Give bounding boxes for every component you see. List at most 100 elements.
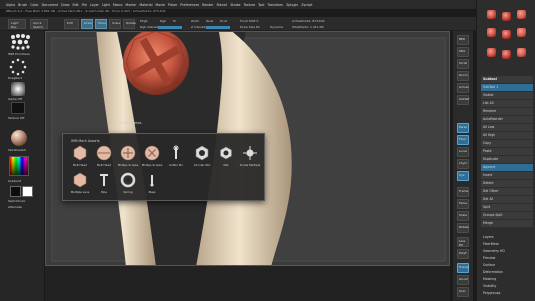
move-button[interactable]: Move bbox=[95, 19, 107, 29]
masking-menu[interactable]: Masking bbox=[481, 276, 533, 283]
bpr-button[interactable]: BPR bbox=[457, 35, 469, 45]
menu-macro[interactable]: Macro bbox=[113, 3, 123, 7]
brush-peep[interactable]: Peep bbox=[141, 172, 163, 198]
gradient-label[interactable]: Gradient bbox=[8, 179, 21, 183]
brush-screw-multiple[interactable]: Screw Multiple bbox=[239, 145, 261, 171]
brush-bolt-head-round[interactable]: Bolt Head bbox=[93, 145, 115, 171]
brush-bolt-head-hex[interactable]: Bolt Head bbox=[69, 145, 91, 171]
alpha-selector-thumbnail[interactable] bbox=[11, 82, 25, 96]
list-all-button[interactable]: List All bbox=[481, 100, 533, 107]
texture-selector-thumbnail[interactable] bbox=[11, 102, 25, 114]
subtool-thumbnail[interactable] bbox=[487, 28, 496, 37]
stroke-selector-thumbnail[interactable] bbox=[9, 58, 27, 76]
menu-color[interactable]: Color bbox=[30, 3, 38, 7]
split-button[interactable]: Split bbox=[481, 204, 533, 211]
rgb-intensity-slider[interactable] bbox=[158, 26, 182, 29]
material-selector-thumbnail[interactable] bbox=[11, 130, 27, 146]
menu-layer[interactable]: Layer bbox=[90, 3, 99, 7]
alternate-button[interactable]: Alternate bbox=[8, 205, 22, 209]
polyf-button[interactable]: PolyF bbox=[457, 249, 469, 259]
del-all-button[interactable]: Del All bbox=[481, 196, 533, 203]
spix-button[interactable]: SPix bbox=[457, 47, 469, 57]
brush-cutter-pin[interactable]: Cutter Pin bbox=[165, 145, 187, 171]
scale-button[interactable]: Scale bbox=[109, 19, 121, 29]
menu-tool[interactable]: Tool bbox=[258, 3, 264, 7]
subtool-header[interactable]: Subtool bbox=[481, 76, 533, 83]
mrgb-toggle[interactable]: Mrgb bbox=[140, 19, 148, 23]
menu-edit[interactable]: Edit bbox=[72, 3, 78, 7]
subtool-thumbnail[interactable] bbox=[487, 48, 496, 57]
menu-movie[interactable]: Movie bbox=[155, 3, 164, 7]
merge-button[interactable]: Merge bbox=[481, 220, 533, 227]
brush-nut[interactable]: Nut bbox=[215, 145, 237, 171]
all-low-button[interactable]: All Low bbox=[481, 124, 533, 131]
subtool-thumbnail[interactable] bbox=[487, 10, 496, 19]
layers-menu[interactable]: Layers bbox=[481, 234, 533, 241]
lsym-button[interactable]: LSym bbox=[457, 159, 469, 169]
menu-draw[interactable]: Draw bbox=[61, 3, 69, 7]
move-view-button[interactable]: Move bbox=[457, 199, 469, 209]
fibermesh-menu[interactable]: FiberMesh bbox=[481, 241, 533, 248]
paste-button[interactable]: Paste bbox=[481, 148, 533, 155]
preview-menu[interactable]: Preview bbox=[481, 255, 533, 262]
menu-render[interactable]: Render bbox=[202, 3, 213, 7]
menu-marker[interactable]: Marker bbox=[126, 3, 137, 7]
visible-toggle[interactable]: Visible bbox=[481, 92, 533, 99]
menu-document[interactable]: Document bbox=[42, 3, 59, 7]
zadd-toggle[interactable]: Zadd bbox=[191, 19, 199, 23]
quick-sketch-button[interactable]: Quick Sketch bbox=[30, 19, 48, 29]
brush-circular-nut[interactable]: Circular Nut bbox=[191, 145, 213, 171]
switch-color-button[interactable]: SwitchColor bbox=[8, 199, 26, 203]
frame-button[interactable]: Frame bbox=[457, 187, 469, 197]
menu-zplugin[interactable]: Zplugin bbox=[286, 3, 298, 7]
groups-split-button[interactable]: Groups Split bbox=[481, 212, 533, 219]
all-high-button[interactable]: All High bbox=[481, 132, 533, 139]
actual-button[interactable]: Actual bbox=[457, 83, 469, 93]
surface-menu[interactable]: Surface bbox=[481, 262, 533, 269]
visibility-menu[interactable]: Visibility bbox=[481, 283, 533, 290]
z-intensity-slider[interactable] bbox=[206, 26, 230, 29]
primary-color-swatch[interactable] bbox=[22, 186, 33, 197]
ghost-button[interactable]: Ghost bbox=[457, 275, 469, 285]
aahalf-button[interactable]: AAHalf bbox=[457, 95, 469, 105]
brush-spring[interactable]: Spring bbox=[117, 172, 139, 198]
geometry-hd-menu[interactable]: Geometry HD bbox=[481, 248, 533, 255]
subtool-thumbnail[interactable] bbox=[502, 12, 511, 21]
brush-pipe[interactable]: Pipe bbox=[93, 172, 115, 198]
secondary-color-swatch[interactable] bbox=[10, 186, 21, 197]
insert-button[interactable]: Insert bbox=[481, 172, 533, 179]
menu-brush[interactable]: Brush bbox=[18, 3, 27, 7]
zcut-toggle[interactable]: Zcut bbox=[220, 19, 227, 23]
delete-button[interactable]: Delete bbox=[481, 180, 533, 187]
color-picker[interactable] bbox=[9, 156, 29, 176]
line-fill-button[interactable]: Line Fill bbox=[457, 237, 469, 247]
rotate-button[interactable]: Rotate bbox=[123, 19, 136, 29]
persp-button[interactable]: Persp bbox=[457, 123, 469, 133]
brush-phillips-screws-2[interactable]: Phillips Screws bbox=[141, 145, 163, 171]
subtool-thumbnail[interactable] bbox=[502, 30, 511, 39]
transp-button[interactable]: Transp bbox=[457, 263, 469, 273]
rotate-view-button[interactable]: Rotate bbox=[457, 223, 469, 233]
subtool-thumbnail[interactable] bbox=[517, 10, 526, 19]
append-button[interactable]: Append bbox=[481, 164, 533, 171]
deformation-menu[interactable]: Deformation bbox=[481, 269, 533, 276]
menu-alpha[interactable]: Alpha bbox=[6, 3, 15, 7]
copy-button[interactable]: Copy bbox=[481, 140, 533, 147]
menu-stencil[interactable]: Stencil bbox=[217, 3, 228, 7]
menu-picker[interactable]: Picker bbox=[168, 3, 178, 7]
subtool-thumbnail[interactable] bbox=[517, 48, 526, 57]
light-box-button[interactable]: Light Box bbox=[8, 19, 26, 29]
zsub-toggle[interactable]: Zsub bbox=[206, 19, 213, 23]
focal-shift-slider[interactable]: Focal Shift 0 bbox=[240, 19, 258, 23]
draw-button[interactable]: Draw bbox=[81, 19, 93, 29]
menu-light[interactable]: Light bbox=[102, 3, 110, 7]
menu-stroke[interactable]: Stroke bbox=[230, 3, 240, 7]
brush-selector-thumbnail[interactable] bbox=[10, 33, 32, 53]
menu-texture[interactable]: Texture bbox=[243, 3, 255, 7]
edit-button[interactable]: Edit bbox=[64, 19, 79, 29]
scroll-button[interactable]: Scroll bbox=[457, 59, 469, 69]
subtool-thumbnail[interactable] bbox=[502, 50, 511, 59]
rename-button[interactable]: Rename bbox=[481, 108, 533, 115]
subtool-thumbnail[interactable] bbox=[517, 28, 526, 37]
brush-phillips-screws-1[interactable]: Phillips Screws bbox=[117, 145, 139, 171]
